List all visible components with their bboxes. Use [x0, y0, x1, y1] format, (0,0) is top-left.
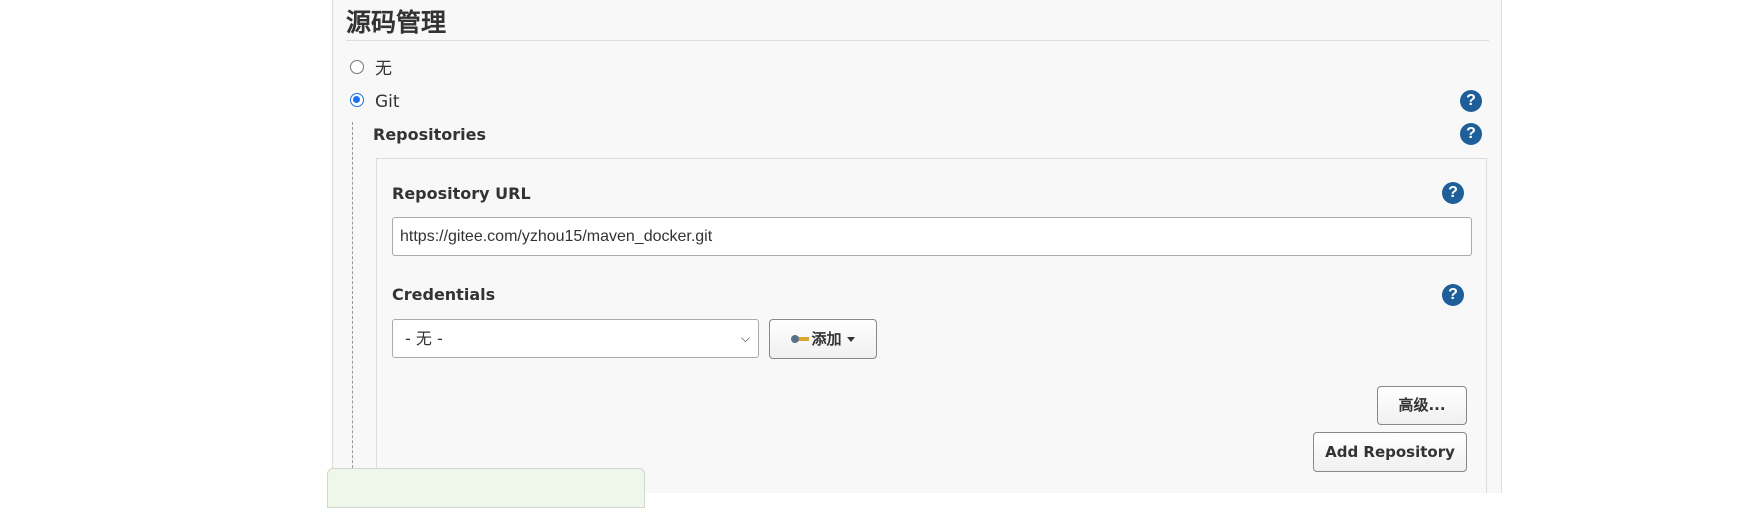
add-credentials-label: 添加: [811, 330, 842, 348]
git-help-icon[interactable]: ?: [1460, 90, 1482, 112]
scm-none-label: 无: [375, 59, 392, 79]
scm-option-git[interactable]: Git: [350, 88, 400, 112]
dropdown-caret-icon: [846, 336, 855, 342]
credentials-label: Credentials: [392, 285, 496, 304]
credentials-help-icon[interactable]: ?: [1442, 284, 1464, 306]
key-icon: [791, 334, 810, 344]
credentials-select[interactable]: - 无 - ⌵: [392, 319, 759, 358]
title-divider: [346, 40, 1489, 41]
chevron-down-icon: ⌵: [740, 331, 750, 345]
credentials-selected-value: - 无 -: [405, 329, 443, 348]
repository-url-help-icon[interactable]: ?: [1442, 182, 1464, 204]
repository-url-input[interactable]: https://gitee.com/yzhou15/maven_docker.g…: [392, 217, 1472, 256]
advanced-button[interactable]: 高级...: [1377, 386, 1467, 425]
scm-git-radio[interactable]: [350, 93, 364, 107]
add-credentials-button[interactable]: 添加: [769, 319, 877, 359]
add-repository-button[interactable]: Add Repository: [1313, 432, 1467, 472]
bottom-popup-tab: [327, 468, 645, 508]
repositories-label: Repositories: [373, 125, 487, 144]
scm-option-none[interactable]: 无: [350, 55, 392, 79]
repositories-help-icon[interactable]: ?: [1460, 123, 1482, 145]
scm-git-label: Git: [375, 92, 400, 112]
section-title: 源码管理: [346, 8, 447, 37]
scm-none-radio[interactable]: [350, 60, 364, 74]
nesting-guide: [352, 122, 353, 493]
repository-url-label: Repository URL: [392, 184, 531, 203]
